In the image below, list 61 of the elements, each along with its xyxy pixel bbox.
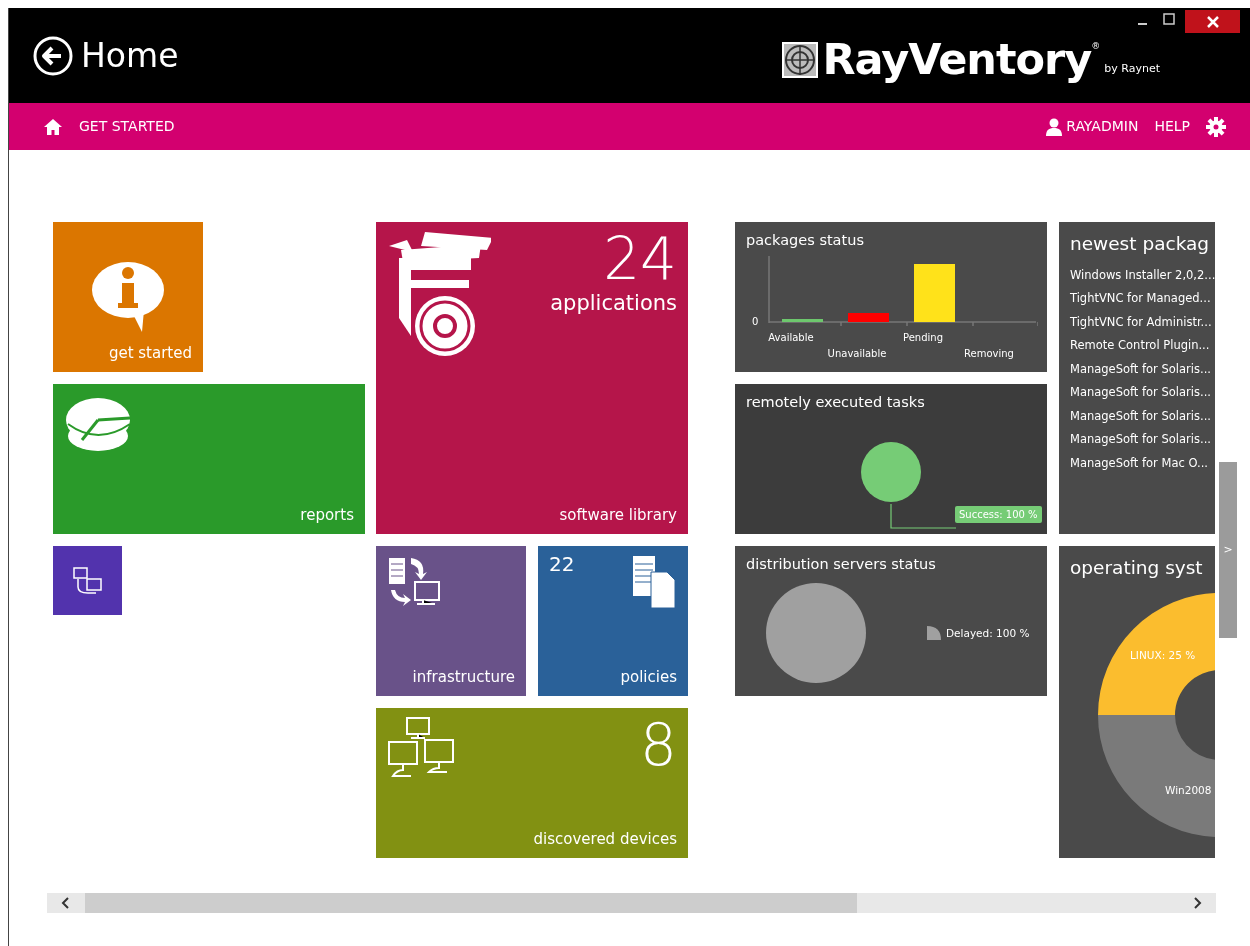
tile-label: discovered devices <box>533 828 677 850</box>
slice-label: Win2008 <box>1165 783 1212 798</box>
network-icon <box>71 564 104 597</box>
tile-title: operating syst <box>1070 556 1203 580</box>
pie-callout: Success: 100 % <box>955 506 1042 523</box>
legend-label: Delayed: 100 % <box>946 626 1030 641</box>
tile[interactable]: 8 discovered devices <box>376 708 688 858</box>
tile-count: 8 <box>640 716 677 774</box>
close-button[interactable] <box>1185 10 1240 33</box>
network-tile[interactable] <box>53 546 122 615</box>
leader-line <box>890 504 956 530</box>
tile-subtitle: applications <box>550 290 677 317</box>
package-item[interactable]: ManageSoft for Solaris... <box>1070 363 1211 376</box>
tile-count: 24 <box>603 230 677 288</box>
package-item[interactable]: ManageSoft for Solaris... <box>1070 434 1211 446</box>
tile-label: infrastructure <box>412 666 515 688</box>
window-title: Home <box>81 39 179 72</box>
scrollbar-thumb[interactable] <box>85 893 857 913</box>
axis-label: Pending <box>903 331 943 345</box>
maximize-icon[interactable] <box>1163 12 1175 26</box>
tile[interactable]: 22 policies <box>538 546 688 696</box>
tile-label: get started <box>108 342 192 364</box>
package-item[interactable]: TightVNC for Managed... <box>1070 293 1211 305</box>
package-item[interactable]: Windows Installer 2,0,2... <box>1070 269 1216 282</box>
settings-icon[interactable] <box>1206 116 1226 137</box>
legend-icon <box>927 626 941 640</box>
package-item[interactable]: ManageSoft for Mac O... <box>1070 457 1208 470</box>
package-item[interactable]: TightVNC for Administr... <box>1070 316 1212 329</box>
tile-count: 22 <box>549 554 575 574</box>
tile-label: reports <box>300 504 354 526</box>
registered-mark: ® <box>1091 40 1101 51</box>
user-link[interactable]: RAYADMIN <box>1066 116 1139 137</box>
tile[interactable]: reports <box>53 384 365 534</box>
nav-link[interactable]: GET STARTED <box>79 116 175 137</box>
home-icon[interactable] <box>43 117 63 136</box>
axis-label: Removing <box>964 347 1014 361</box>
chart-title: distribution servers status <box>746 555 937 574</box>
axis-tick-label: 0 <box>752 315 759 329</box>
radar-icon <box>782 41 819 78</box>
horizontal-scrollbar[interactable] <box>47 893 1216 913</box>
chart-title: remotely executed tasks <box>746 393 926 412</box>
package-item[interactable]: ManageSoft for Solaris... <box>1070 387 1211 399</box>
close-icon <box>1205 14 1220 29</box>
user-icon <box>1046 117 1063 136</box>
axis-label: Unavailable <box>827 347 887 361</box>
help-link[interactable]: HELP <box>1154 116 1190 137</box>
scroll-right-icon[interactable] <box>1192 897 1202 909</box>
chart-title: packages status <box>746 231 865 250</box>
tile[interactable]: infrastructure <box>376 546 526 696</box>
package-item[interactable]: ManageSoft for Solaris... <box>1070 410 1211 423</box>
package-item[interactable]: Remote Control Plugin... <box>1070 340 1210 352</box>
tile-label: policies <box>620 666 677 688</box>
logo-byline: by Raynet <box>1104 60 1160 77</box>
back-button[interactable] <box>33 35 73 76</box>
server-document-icon <box>631 554 677 610</box>
logo-text: RayVentory <box>822 38 1092 81</box>
tile-label: software library <box>559 504 677 526</box>
slice-label: LINUX: 25 % <box>1130 648 1196 663</box>
scroll-left-icon[interactable] <box>61 897 71 909</box>
axis-label: Available <box>768 331 814 345</box>
tile-title: newest packag <box>1070 232 1210 256</box>
